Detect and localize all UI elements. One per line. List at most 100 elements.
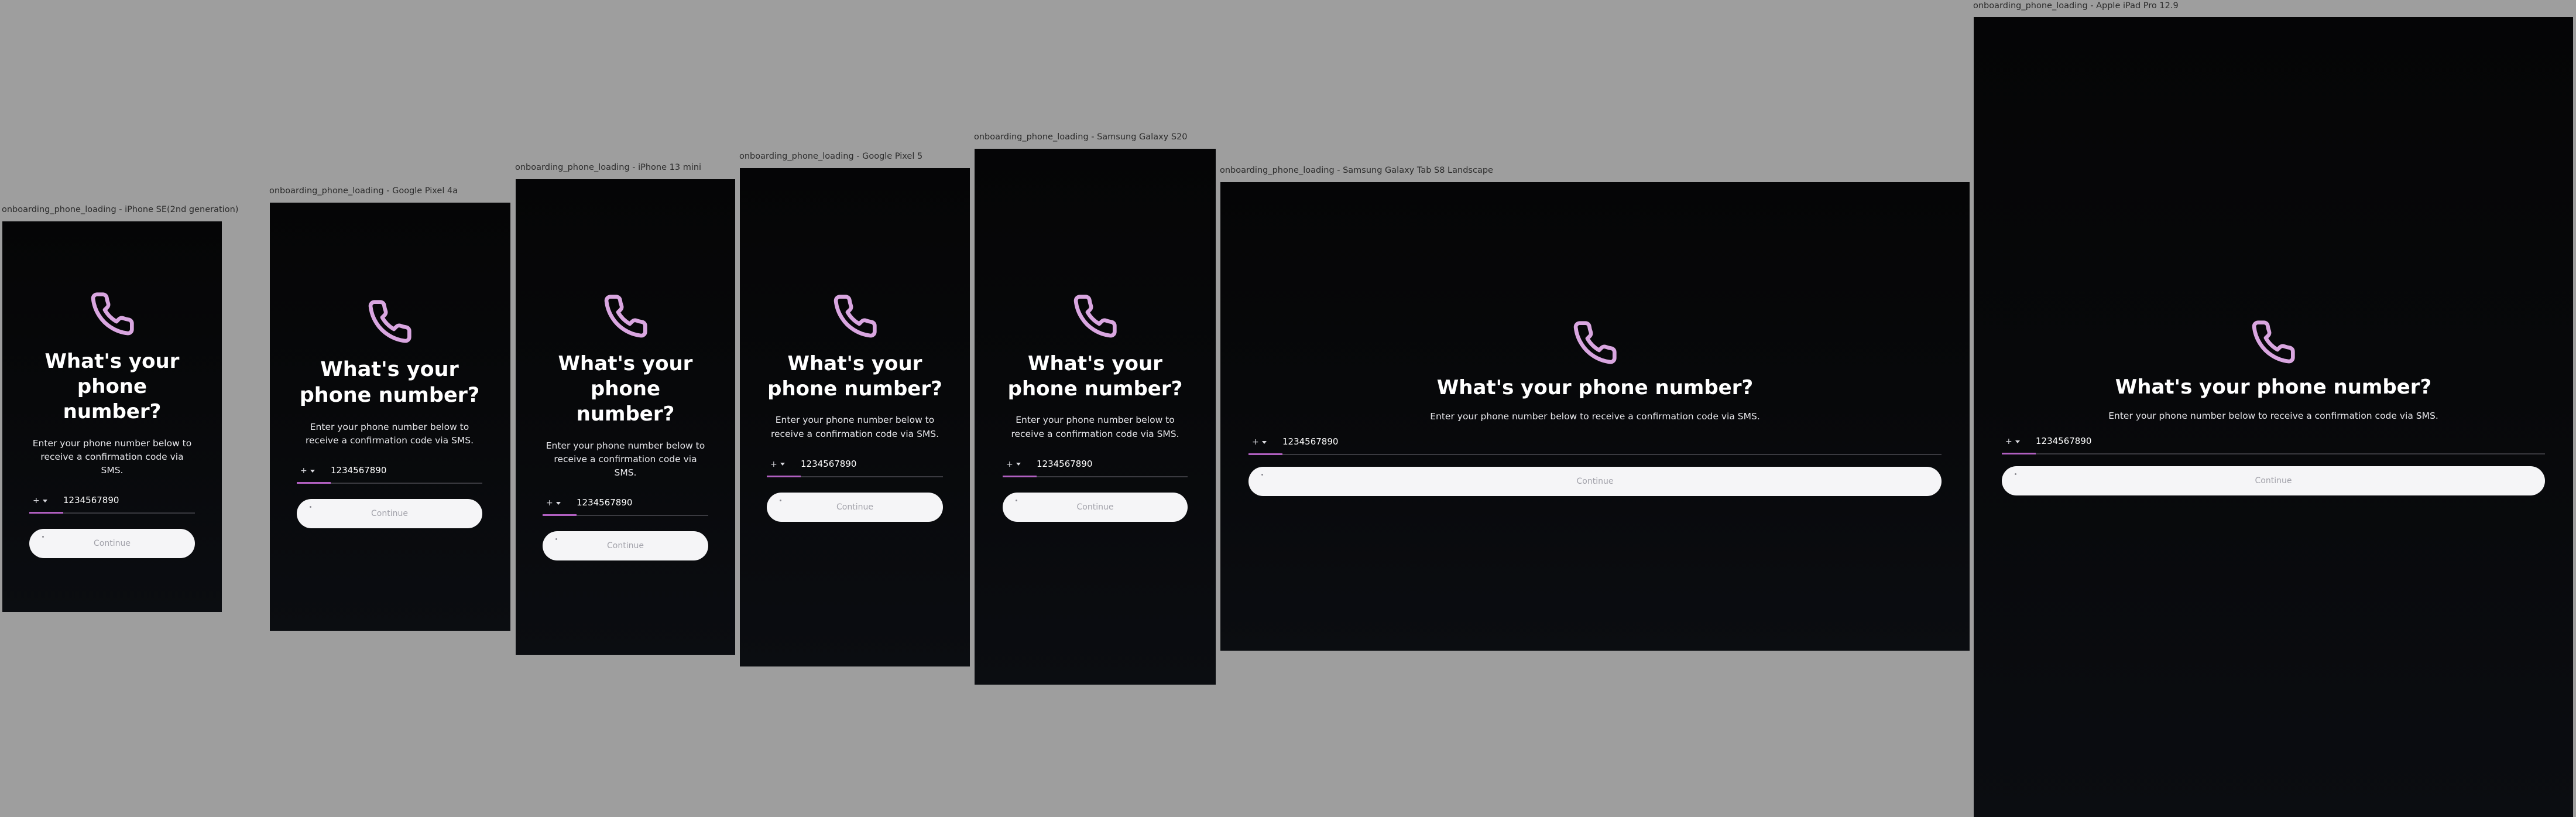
phone-number-input[interactable] xyxy=(577,497,694,508)
country-code-select[interactable]: + xyxy=(546,498,561,508)
phone-field: + xyxy=(1248,430,1942,456)
phone-handset-icon xyxy=(368,300,411,343)
page-title: What's your phone number? xyxy=(767,352,942,401)
country-code-select[interactable]: + xyxy=(33,496,47,505)
device-frame-galaxy-s20: What's your phone number? Enter your pho… xyxy=(975,149,1216,685)
continue-label: Continue xyxy=(94,539,131,549)
phone-field: + xyxy=(297,459,482,485)
page-subtitle: Enter your phone number below to receive… xyxy=(770,415,939,439)
device-frame-iphone-se: What's your phone number? Enter your pho… xyxy=(2,221,222,612)
chevron-down-icon xyxy=(2015,440,2020,443)
phone-number-input[interactable] xyxy=(63,495,180,506)
country-code-value: + xyxy=(1006,459,1013,469)
loading-spinner-icon xyxy=(780,499,781,501)
page-title: What's your phone number? xyxy=(299,358,480,408)
loading-spinner-icon xyxy=(1016,499,1017,501)
loading-spinner-icon xyxy=(42,536,44,538)
phone-number-input[interactable] xyxy=(1037,458,1165,469)
phone-handset-icon xyxy=(1573,321,1617,364)
continue-button[interactable]: Continue xyxy=(1248,467,1942,497)
continue-label: Continue xyxy=(371,509,408,519)
continue-button[interactable]: Continue xyxy=(1003,492,1188,522)
phone-handset-icon xyxy=(604,295,647,338)
phone-number-input[interactable] xyxy=(331,465,459,476)
loading-spinner-icon xyxy=(2015,473,2016,476)
page-subtitle: Enter your phone number below to receive… xyxy=(546,440,705,478)
input-focus-indicator xyxy=(543,514,577,517)
onboarding-content: What's your phone number? Enter your pho… xyxy=(2002,319,2545,496)
input-focus-indicator xyxy=(2002,453,2036,455)
phone-number-input[interactable] xyxy=(2036,436,2270,447)
phone-handset-icon xyxy=(833,295,877,338)
continue-button[interactable]: Continue xyxy=(29,529,195,559)
page-title: What's your phone number? xyxy=(558,352,693,426)
page-subtitle: Enter your phone number below to receive… xyxy=(305,421,474,446)
continue-label: Continue xyxy=(2255,476,2292,486)
country-code-value: + xyxy=(1252,437,1259,447)
input-focus-indicator xyxy=(297,482,331,484)
onboarding-content: What's your phone number? Enter your pho… xyxy=(543,293,708,561)
country-code-value: + xyxy=(770,459,777,469)
frame-label: onboarding_phone_loading - Google Pixel … xyxy=(739,152,923,161)
input-focus-indicator xyxy=(29,512,63,514)
loading-spinner-icon xyxy=(555,538,557,541)
country-code-value: + xyxy=(33,496,40,506)
continue-button[interactable]: Continue xyxy=(2002,466,2545,496)
input-focus-indicator xyxy=(1003,475,1037,477)
page-title: What's your phone number? xyxy=(2115,375,2432,399)
phone-field: + xyxy=(767,453,943,478)
loading-spinner-icon xyxy=(310,506,311,508)
page-title: What's your phone number? xyxy=(1436,376,1754,399)
input-underline xyxy=(2002,453,2545,455)
chevron-down-icon xyxy=(310,469,315,473)
device-frame-ipad-pro-12-9: What's your phone number? Enter your pho… xyxy=(1974,17,2573,817)
continue-label: Continue xyxy=(1076,502,1114,512)
onboarding-content: What's your phone number? Enter your pho… xyxy=(29,290,195,559)
page-title: What's your phone number? xyxy=(44,350,180,424)
country-code-value: + xyxy=(2005,437,2012,447)
country-code-select[interactable]: + xyxy=(770,460,785,469)
page-subtitle: Enter your phone number below to receive… xyxy=(1430,411,1760,422)
page-title: What's your phone number? xyxy=(1007,352,1183,401)
continue-label: Continue xyxy=(1576,477,1614,487)
page-subtitle: Enter your phone number below to receive… xyxy=(2108,411,2438,422)
country-code-select[interactable]: + xyxy=(2005,437,2020,446)
country-code-select[interactable]: + xyxy=(1006,460,1021,469)
chevron-down-icon xyxy=(1016,463,1021,466)
device-frame-galaxy-tab-s8-landscape: What's your phone number? Enter your pho… xyxy=(1220,182,1970,651)
frame-label: onboarding_phone_loading - Samsung Galax… xyxy=(974,132,1188,142)
chevron-down-icon xyxy=(555,501,561,505)
onboarding-content: What's your phone number? Enter your pho… xyxy=(1003,293,1188,522)
phone-field: + xyxy=(1003,453,1188,478)
continue-button[interactable]: Continue xyxy=(543,531,708,561)
device-frame-pixel-5: What's your phone number? Enter your pho… xyxy=(740,168,970,666)
frame-label: onboarding_phone_loading - iPhone SE(2nd… xyxy=(2,205,239,214)
phone-handset-icon xyxy=(1073,295,1117,338)
country-code-select[interactable]: + xyxy=(300,466,315,476)
continue-button[interactable]: Continue xyxy=(297,499,482,529)
phone-handset-icon xyxy=(91,292,134,336)
device-frame-pixel-4a: What's your phone number? Enter your pho… xyxy=(270,203,510,631)
country-code-select[interactable]: + xyxy=(1252,437,1267,447)
phone-handset-icon xyxy=(2252,320,2295,364)
page-subtitle: Enter your phone number below to receive… xyxy=(32,437,192,476)
frame-label: onboarding_phone_loading - iPhone 13 min… xyxy=(515,163,702,172)
input-focus-indicator xyxy=(1248,453,1282,456)
loading-spinner-icon xyxy=(1261,474,1263,476)
frame-label: onboarding_phone_loading - Samsung Galax… xyxy=(1220,166,1493,175)
continue-button[interactable]: Continue xyxy=(767,492,943,522)
phone-number-input[interactable] xyxy=(1282,436,1517,447)
device-frame-iphone-13-mini: What's your phone number? Enter your pho… xyxy=(516,179,735,655)
onboarding-content: What's your phone number? Enter your pho… xyxy=(1248,319,1942,497)
chevron-down-icon xyxy=(780,463,785,466)
onboarding-content: What's your phone number? Enter your pho… xyxy=(297,298,482,529)
phone-field: + xyxy=(543,491,708,517)
chevron-down-icon xyxy=(42,499,47,502)
chevron-down-icon xyxy=(1261,440,1267,444)
frame-label: onboarding_phone_loading - Google Pixel … xyxy=(269,186,458,196)
continue-label: Continue xyxy=(607,541,644,551)
phone-field: + xyxy=(2002,430,2545,456)
onboarding-content: What's your phone number? Enter your pho… xyxy=(767,293,943,522)
phone-number-input[interactable] xyxy=(801,458,924,469)
continue-label: Continue xyxy=(836,502,873,512)
